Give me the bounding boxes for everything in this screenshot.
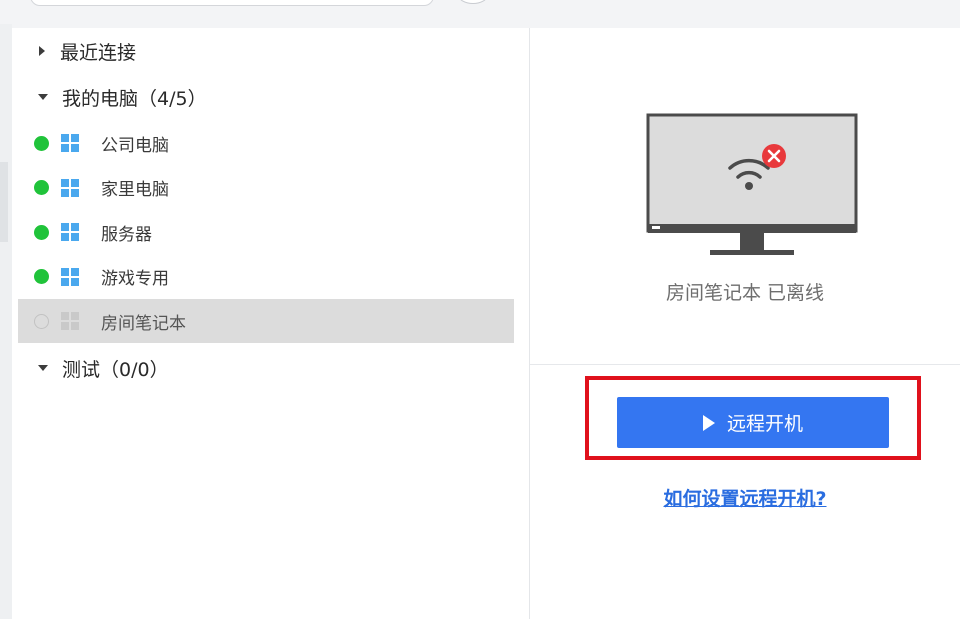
device-status-text: 房间笔记本 已离线 — [665, 282, 825, 304]
windows-icon — [61, 134, 79, 152]
group-test[interactable]: 测试（0/0） — [12, 350, 169, 386]
remote-wake-help-link[interactable]: 如何设置远程开机? — [530, 484, 960, 511]
navigation-rail-item[interactable] — [0, 162, 8, 242]
device-name: 游戏专用 — [101, 269, 169, 290]
device-row[interactable]: 公司电脑 — [18, 121, 514, 165]
online-status-icon — [34, 269, 49, 285]
device-row[interactable]: 服务器 — [18, 210, 514, 254]
windows-icon — [61, 223, 79, 242]
device-name: 公司电脑 — [101, 135, 169, 156]
monitor-offline-icon — [646, 113, 858, 255]
windows-icon — [61, 267, 79, 286]
device-row[interactable]: 家里电脑 — [18, 166, 514, 210]
caret-down-icon — [38, 94, 48, 100]
online-status-icon — [34, 135, 49, 151]
caret-down-icon — [38, 365, 48, 371]
error-badge-icon — [762, 144, 786, 168]
group-label: 最近连接 — [60, 41, 137, 64]
remote-wake-label: 远程开机 — [726, 413, 803, 435]
toolbar-round-button[interactable] — [458, 0, 488, 4]
play-icon — [702, 414, 715, 431]
device-name: 房间笔记本 — [101, 313, 186, 334]
navigation-rail — [0, 24, 12, 619]
offline-status-icon — [34, 313, 49, 329]
group-recent-connections[interactable]: 最近连接 — [12, 33, 136, 69]
divider — [530, 364, 960, 365]
group-my-computers[interactable]: 我的电脑（4/5） — [12, 79, 207, 115]
windows-icon — [61, 178, 79, 197]
device-detail-panel: 房间笔记本 已离线 远程开机 如何设置远程开机? — [530, 28, 960, 619]
caret-right-icon — [39, 46, 45, 56]
top-toolbar — [0, 0, 960, 24]
group-label: 测试（0/0） — [62, 358, 169, 381]
online-status-icon — [34, 224, 49, 240]
windows-icon — [61, 312, 79, 331]
group-label: 我的电脑（4/5） — [62, 87, 207, 110]
online-status-icon — [34, 180, 49, 196]
device-list-panel: 最近连接 我的电脑（4/5） 公司电脑家里电脑服务器游戏专用房间笔记本 测试（0… — [12, 28, 530, 619]
device-name: 服务器 — [101, 224, 152, 245]
search-input[interactable] — [30, 0, 434, 6]
remote-wake-button[interactable]: 远程开机 — [617, 397, 889, 448]
device-row[interactable]: 游戏专用 — [18, 255, 514, 299]
device-row[interactable]: 房间笔记本 — [18, 299, 514, 344]
device-name: 家里电脑 — [101, 180, 169, 201]
